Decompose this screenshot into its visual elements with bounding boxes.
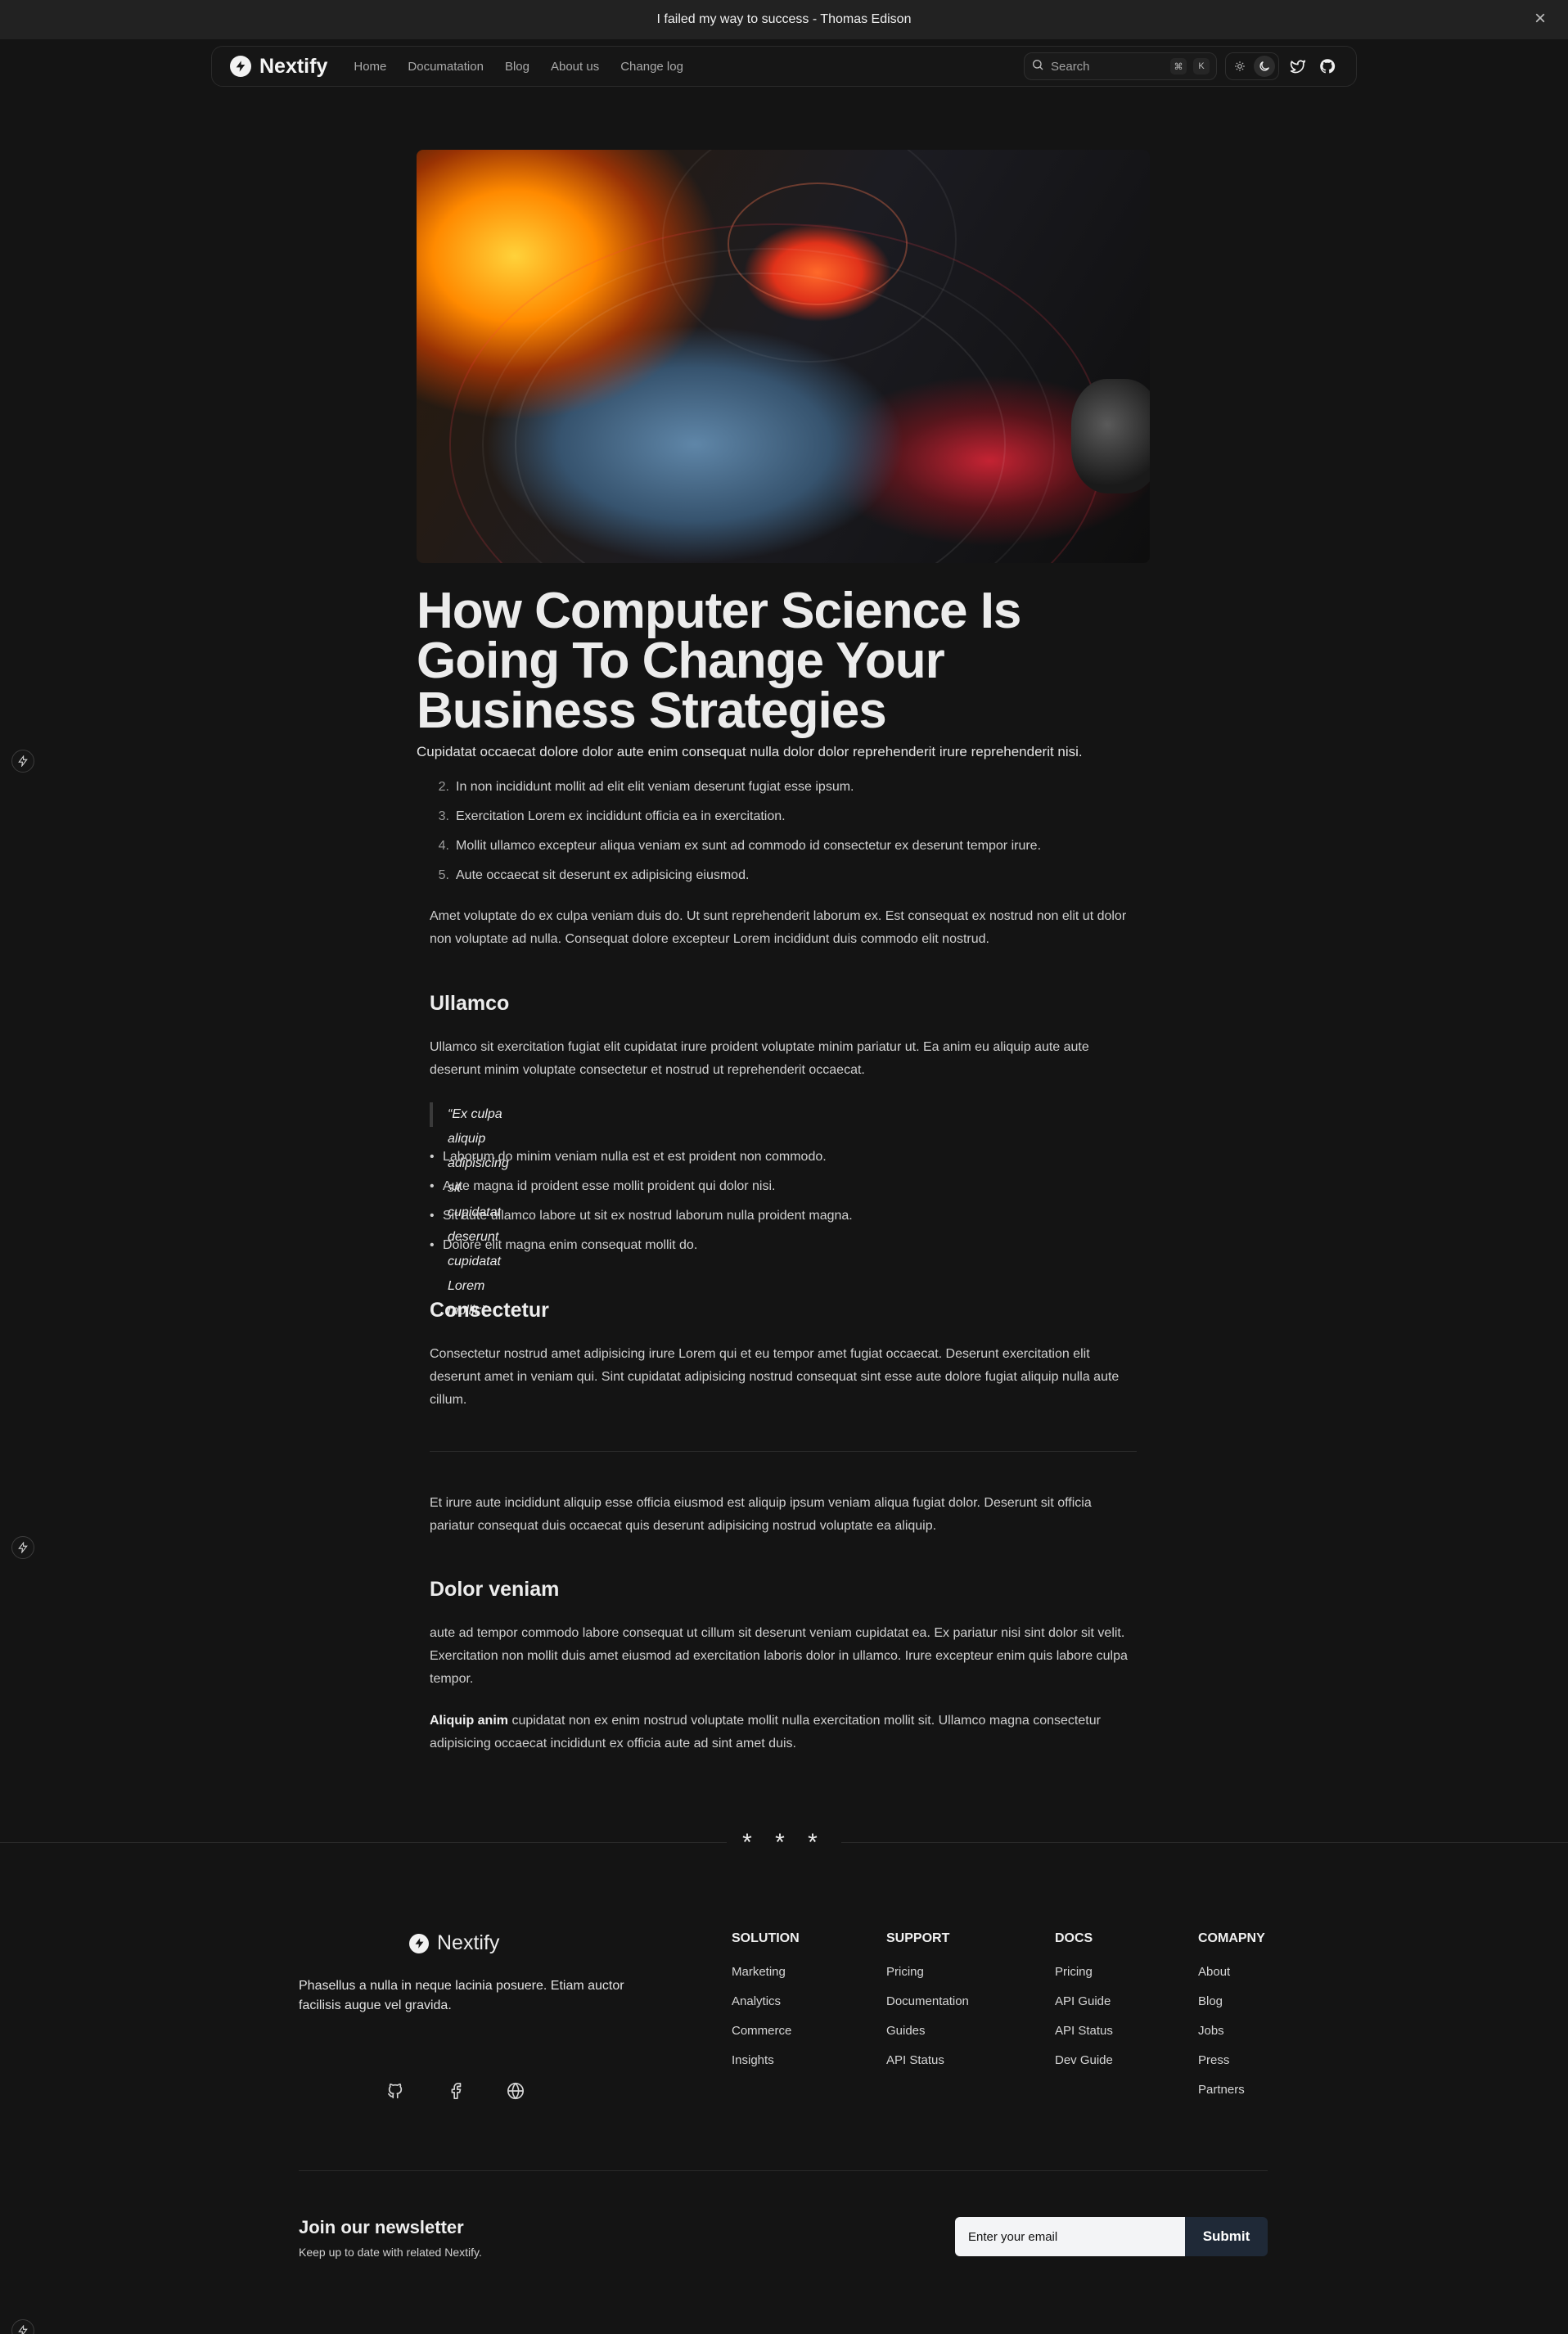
newsletter-email-input[interactable]	[955, 2217, 1185, 2256]
nav-actions: Search ⌘ K	[1024, 52, 1338, 80]
brand-name: Nextify	[259, 54, 328, 78]
nav-links: Home Documatation Blog About us Change l…	[354, 60, 683, 74]
footer-link[interactable]: Pricing	[886, 1964, 969, 1994]
bolt-icon	[409, 1933, 429, 1953]
bolt-icon[interactable]	[11, 2319, 34, 2334]
nav-link-about[interactable]: About us	[551, 60, 599, 74]
shortcut-key-k: K	[1193, 58, 1210, 74]
bolt-icon[interactable]	[11, 750, 34, 773]
footer-column-support: SUPPORT Pricing Documentation Guides API…	[886, 1931, 969, 2082]
footer-link[interactable]: Commerce	[732, 2023, 800, 2052]
footer-link[interactable]: Marketing	[732, 1964, 800, 1994]
footer-brand-name: Nextify	[437, 1931, 500, 1954]
search-button[interactable]: Search ⌘ K	[1024, 52, 1217, 80]
nav-link-home[interactable]: Home	[354, 60, 386, 74]
announcement-banner: I failed my way to success - Thomas Edis…	[0, 0, 1568, 39]
footer-link[interactable]: Analytics	[732, 1994, 800, 2023]
paragraph: Consectetur nostrud amet adipisicing iru…	[430, 1347, 1120, 1407]
facebook-icon[interactable]	[445, 2080, 466, 2102]
article-title: How Computer Science Is Going To Change …	[417, 583, 1021, 739]
shortcut-key-cmd: ⌘	[1170, 58, 1187, 74]
list-item: 3. Exercitation Lorem ex incididunt offic…	[438, 809, 786, 823]
footer-column-title: COMAPNY	[1198, 1931, 1265, 1945]
section-heading-dolor-veniam: Dolor veniam	[430, 1578, 560, 1601]
divider-stars: * * *	[727, 1825, 841, 1858]
banner-text: I failed my way to success - Thomas Edis…	[656, 12, 912, 26]
brand-logo[interactable]: Nextify	[230, 55, 327, 79]
github-icon[interactable]	[385, 2080, 406, 2102]
list-item: Laborum do minim veniam nulla est et est…	[430, 1150, 827, 1165]
footer-link[interactable]: Guides	[886, 2023, 969, 2052]
footer-brand[interactable]: Nextify	[409, 1931, 499, 1955]
section-heading-ullamco: Ullamco	[430, 992, 510, 1015]
nav-link-blog[interactable]: Blog	[505, 60, 529, 74]
search-placeholder: Search	[1051, 59, 1090, 74]
newsletter-submit-button[interactable]: Submit	[1185, 2217, 1268, 2256]
paragraph: Et irure aute incididunt aliquip esse of…	[430, 1496, 1092, 1533]
navbar: Nextify Home Documatation Blog About us …	[211, 46, 1357, 87]
footer-link[interactable]: Dev Guide	[1055, 2052, 1113, 2082]
footer-link[interactable]: API Guide	[1055, 1994, 1113, 2023]
footer-link[interactable]: API Status	[1055, 2023, 1113, 2052]
footer-link[interactable]: Jobs	[1198, 2023, 1265, 2052]
footer-column-docs: DOCS Pricing API Guide API Status Dev Gu…	[1055, 1931, 1113, 2082]
footer-link[interactable]: Documentation	[886, 1994, 969, 2023]
paragraph: Ullamco sit exercitation fugiat elit cup…	[430, 1040, 1089, 1077]
footer-column-title: SOLUTION	[732, 1931, 800, 1945]
list-item: Dolore elit magna enim consequat mollit …	[430, 1238, 697, 1253]
list-item: Sit aute ullamco labore ut sit ex nostru…	[430, 1209, 853, 1223]
moon-icon[interactable]	[1254, 56, 1275, 77]
paragraph: Amet voluptate do ex culpa veniam duis d…	[430, 909, 1127, 946]
section-heading-consectetur: Consectetur	[430, 1299, 549, 1322]
list-item: 2. In non incididunt mollit ad elit elit …	[438, 780, 854, 794]
footer-link[interactable]: Pricing	[1055, 1964, 1113, 1994]
list-item: 4. Mollit ullamco excepteur aliqua veniam…	[438, 839, 1042, 853]
bolt-icon	[230, 56, 251, 77]
github-icon[interactable]	[1317, 56, 1338, 77]
paragraph: aute ad tempor commodo labore consequat …	[430, 1626, 1128, 1686]
twitter-icon[interactable]	[1287, 56, 1309, 77]
close-icon[interactable]: ×	[1530, 9, 1550, 29]
footer-description: Phasellus a nulla in neque lacinia posue…	[299, 1979, 624, 2012]
blockquote: “Ex culpa aliquip adipisicing sit cupida…	[430, 1102, 509, 1318]
paragraph: Aliquip anim cupidatat non ex enim nostr…	[430, 1714, 1101, 1750]
sun-icon[interactable]	[1229, 56, 1250, 77]
list-item: Aute magna id proident esse mollit proid…	[430, 1179, 775, 1194]
newsletter-title: Join our newsletter	[299, 2217, 464, 2237]
article-subtitle: Cupidatat occaecat dolore dolor aute eni…	[417, 744, 1083, 759]
footer-link[interactable]: Press	[1198, 2052, 1265, 2082]
footer-column-title: DOCS	[1055, 1931, 1093, 1945]
footer-column-solution: SOLUTION Marketing Analytics Commerce In…	[732, 1931, 800, 2082]
horizontal-rule	[430, 1451, 1137, 1452]
footer-column-title: SUPPORT	[886, 1931, 950, 1945]
nav-link-changelog[interactable]: Change log	[620, 60, 683, 74]
footer-link[interactable]: API Status	[886, 2052, 969, 2082]
footer-link[interactable]: Partners	[1198, 2082, 1265, 2111]
hero-image	[417, 150, 1150, 563]
footer-link[interactable]: Blog	[1198, 1994, 1265, 2023]
bolt-icon[interactable]	[11, 1536, 34, 1559]
footer-column-company: COMAPNY About Blog Jobs Press Partners	[1198, 1931, 1265, 2111]
nav-link-documentation[interactable]: Documatation	[408, 60, 484, 74]
newsletter-subtitle: Keep up to date with related Nextify.	[299, 2246, 482, 2259]
footer-link[interactable]: About	[1198, 1964, 1265, 1994]
list-item: 5. Aute occaecat sit deserunt ex adipisic…	[438, 868, 750, 882]
globe-icon[interactable]	[505, 2080, 526, 2102]
theme-toggle	[1225, 52, 1279, 80]
footer-link[interactable]: Insights	[732, 2052, 800, 2082]
search-icon	[1031, 58, 1044, 75]
footer-divider	[299, 2170, 1268, 2171]
